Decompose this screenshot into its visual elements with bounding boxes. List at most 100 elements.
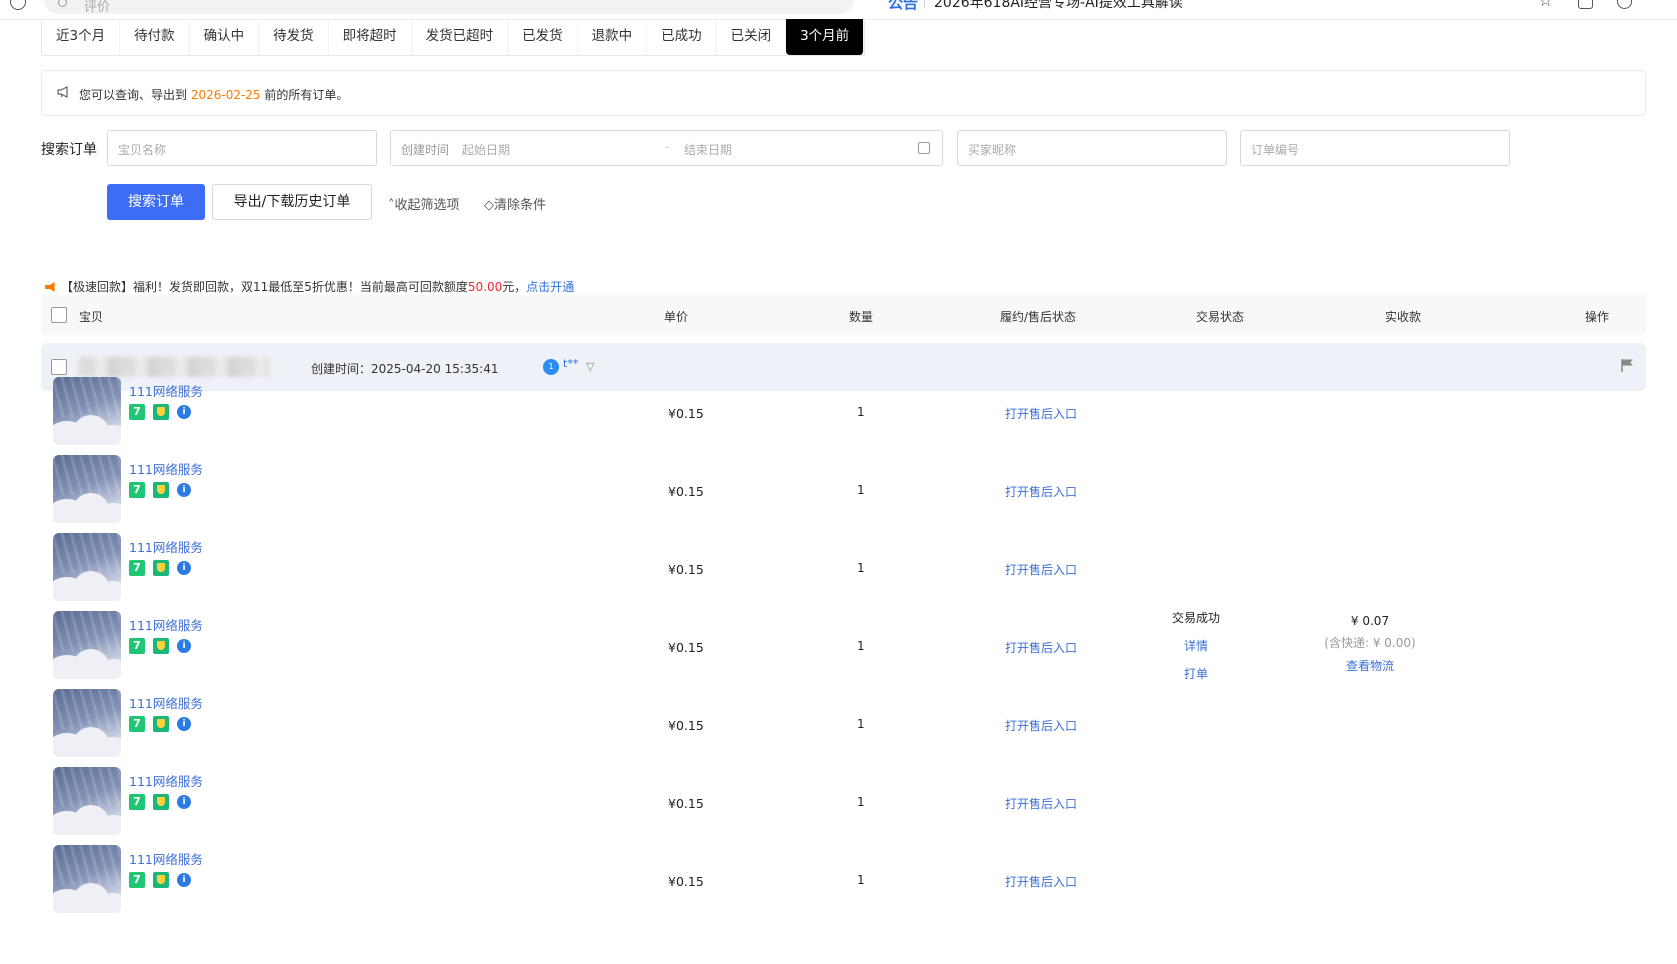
open-after-sale-link[interactable]: 打开售后入口 bbox=[1005, 561, 1077, 578]
thumbnail-rays bbox=[53, 611, 121, 651]
order-checkbox[interactable] bbox=[51, 359, 67, 375]
open-after-sale-link[interactable]: 打开售后入口 bbox=[1005, 795, 1077, 812]
seven-day-return-icon[interactable]: 7 bbox=[129, 404, 145, 420]
thumbnail-rays bbox=[53, 845, 121, 885]
item-thumbnail[interactable] bbox=[53, 845, 121, 913]
buyer-name[interactable]: t** bbox=[563, 357, 578, 370]
trophy-icon[interactable] bbox=[153, 482, 169, 498]
tab-4[interactable]: 即将超时 bbox=[329, 19, 412, 55]
open-after-sale-link[interactable]: 打开售后入口 bbox=[1005, 873, 1077, 890]
item-thumbnail[interactable] bbox=[53, 377, 121, 445]
order-detail-link[interactable]: 详情 bbox=[1160, 637, 1232, 654]
info-icon[interactable]: i bbox=[177, 405, 191, 419]
tab-9[interactable]: 已关闭 bbox=[717, 19, 787, 55]
created-date-range[interactable]: 创建时间 起始日期 - 结束日期 bbox=[390, 130, 943, 166]
item-title[interactable]: 111网络服务 bbox=[129, 615, 203, 634]
item-title[interactable]: 111网络服务 bbox=[129, 459, 203, 478]
item-title[interactable]: 111网络服务 bbox=[129, 381, 203, 400]
seven-day-return-icon[interactable]: 7 bbox=[129, 716, 145, 732]
column-action: 操作 bbox=[1585, 310, 1610, 324]
notice-text: 您可以查询、导出到 2026-02-25 前的所有订单。 bbox=[79, 86, 348, 103]
notice-suffix: 前的所有订单。 bbox=[260, 88, 349, 102]
order-number-input[interactable]: 订单编号 bbox=[1240, 130, 1510, 166]
seven-day-return-icon[interactable]: 7 bbox=[129, 638, 145, 654]
trophy-icon[interactable] bbox=[153, 560, 169, 576]
info-icon[interactable]: i bbox=[177, 561, 191, 575]
column-price: 单价 bbox=[664, 310, 689, 324]
star-icon[interactable]: ☆ bbox=[1538, 0, 1553, 11]
promo-text: 【极速回款】福利！发货即回款，双11最低至5折优惠！当前最高可回款额度 bbox=[61, 280, 468, 294]
trophy-icon[interactable] bbox=[153, 404, 169, 420]
view-logistics-link[interactable]: 查看物流 bbox=[1300, 657, 1440, 674]
item-price: ¥0.15 bbox=[668, 718, 704, 733]
item-title[interactable]: 111网络服务 bbox=[129, 771, 203, 790]
open-after-sale-link[interactable]: 打开售后入口 bbox=[1005, 483, 1077, 500]
trophy-icon[interactable] bbox=[153, 872, 169, 888]
tab-6[interactable]: 已发货 bbox=[508, 19, 578, 55]
export-history-button[interactable]: 导出/下载历史订单 bbox=[212, 184, 372, 220]
select-all-checkbox[interactable] bbox=[51, 307, 67, 323]
item-name-input[interactable]: 宝贝名称 bbox=[107, 130, 377, 166]
tab-7[interactable]: 退款中 bbox=[578, 19, 648, 55]
flag-icon[interactable] bbox=[1621, 358, 1634, 373]
global-search-input[interactable]: 评价 bbox=[44, 0, 854, 15]
end-date-input[interactable]: 结束日期 bbox=[684, 141, 732, 158]
seven-day-return-icon[interactable]: 7 bbox=[129, 872, 145, 888]
tab-0[interactable]: 近3个月 bbox=[42, 19, 121, 55]
notice-headline[interactable]: 2026年618AI经营专场-AI提效工具解读 bbox=[934, 0, 1183, 12]
order-item-row: 111网络服务 7 i ¥0.15 1 打开售后入口 bbox=[41, 533, 1646, 616]
copy-icon[interactable] bbox=[1578, 0, 1593, 9]
item-thumbnail[interactable] bbox=[53, 455, 121, 523]
promo-open-link[interactable]: 点击开通 bbox=[526, 280, 574, 294]
tab-8[interactable]: 已成功 bbox=[647, 19, 717, 55]
item-thumbnail[interactable] bbox=[53, 533, 121, 601]
thumbnail-rays bbox=[53, 377, 121, 417]
filter-icon[interactable]: ▽ bbox=[586, 360, 594, 373]
open-after-sale-link[interactable]: 打开售后入口 bbox=[1005, 717, 1077, 734]
item-thumbnail[interactable] bbox=[53, 689, 121, 757]
print-order-link[interactable]: 打单 bbox=[1160, 665, 1232, 682]
browser-top-bar: 评价 公告 2026年618AI经营专场-AI提效工具解读 ☆ bbox=[0, 0, 1677, 20]
tab-3[interactable]: 待发货 bbox=[259, 19, 329, 55]
clear-filters-link[interactable]: ◇清除条件 bbox=[484, 194, 546, 213]
order-item-row: 111网络服务 7 i ¥0.15 1 打开售后入口 bbox=[41, 689, 1646, 772]
tab-10[interactable]: 3个月前 bbox=[786, 19, 865, 55]
info-icon[interactable]: i bbox=[177, 795, 191, 809]
search-orders-button[interactable]: 搜索订单 bbox=[107, 184, 205, 220]
clock-icon[interactable] bbox=[1617, 0, 1632, 9]
order-number-redacted bbox=[79, 357, 269, 377]
order-created-time: 创建时间：2025-04-20 15:35:41 bbox=[311, 360, 498, 377]
tab-1[interactable]: 待付款 bbox=[120, 19, 190, 55]
buyer-avatar-icon[interactable]: 1 bbox=[543, 359, 559, 375]
tab-5[interactable]: 发货已超时 bbox=[412, 19, 509, 55]
collapse-filters-link[interactable]: ˄收起筛选项 bbox=[388, 194, 460, 213]
start-date-input[interactable]: 起始日期 bbox=[462, 141, 510, 158]
info-icon[interactable]: i bbox=[177, 873, 191, 887]
item-title[interactable]: 111网络服务 bbox=[129, 537, 203, 556]
seven-day-return-icon[interactable]: 7 bbox=[129, 794, 145, 810]
history-icon[interactable] bbox=[10, 0, 26, 10]
trophy-icon[interactable] bbox=[153, 716, 169, 732]
trophy-icon[interactable] bbox=[153, 638, 169, 654]
eraser-icon: ◇ bbox=[484, 198, 494, 213]
buyer-nickname-input[interactable]: 买家昵称 bbox=[957, 130, 1227, 166]
open-after-sale-link[interactable]: 打开售后入口 bbox=[1005, 405, 1077, 422]
calendar-icon[interactable] bbox=[918, 142, 930, 154]
info-icon[interactable]: i bbox=[177, 483, 191, 497]
trade-status-cell: 交易成功 详情 打单 bbox=[1160, 609, 1232, 682]
promo-amount: 50.00 bbox=[467, 280, 503, 294]
date-separator: - bbox=[665, 140, 670, 154]
tab-2[interactable]: 确认中 bbox=[190, 19, 260, 55]
thumbnail-rays bbox=[53, 533, 121, 573]
open-after-sale-link[interactable]: 打开售后入口 bbox=[1005, 639, 1077, 656]
trophy-icon[interactable] bbox=[153, 794, 169, 810]
info-icon[interactable]: i bbox=[177, 717, 191, 731]
item-title[interactable]: 111网络服务 bbox=[129, 849, 203, 868]
item-thumbnail[interactable] bbox=[53, 767, 121, 835]
item-thumbnail[interactable] bbox=[53, 611, 121, 679]
seven-day-return-icon[interactable]: 7 bbox=[129, 482, 145, 498]
info-icon[interactable]: i bbox=[177, 639, 191, 653]
global-search-placeholder: 评价 bbox=[84, 0, 111, 15]
item-title[interactable]: 111网络服务 bbox=[129, 693, 203, 712]
seven-day-return-icon[interactable]: 7 bbox=[129, 560, 145, 576]
